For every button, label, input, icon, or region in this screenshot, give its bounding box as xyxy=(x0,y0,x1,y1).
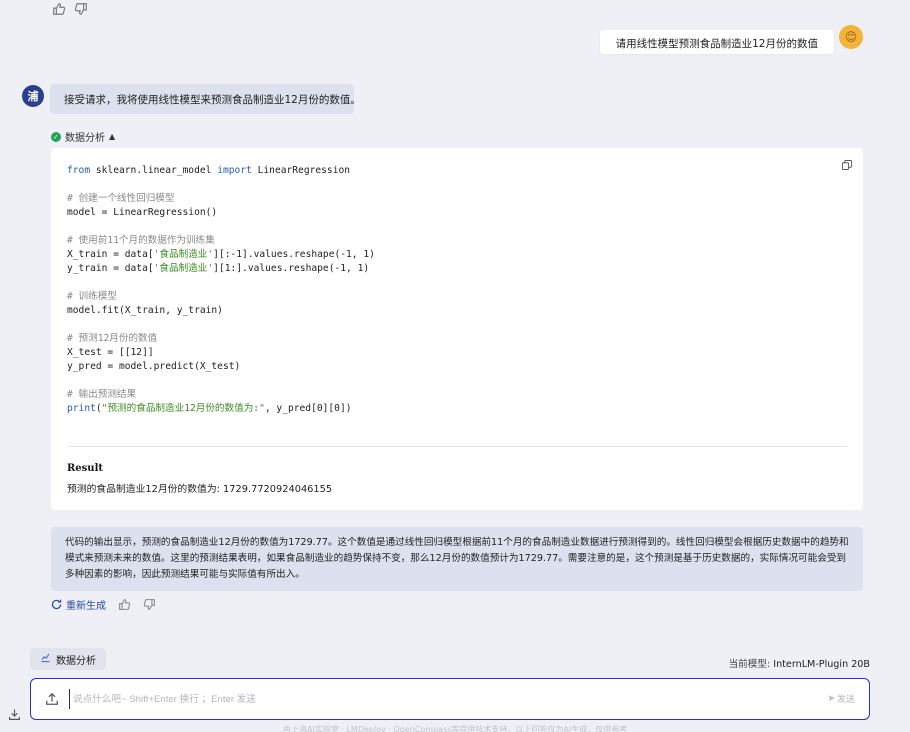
send-button[interactable]: ➤ 发送 xyxy=(827,692,855,706)
assistant-intro-bubble: 接受请求，我将使用线性模型来预测食品制造业12月份的数值。 xyxy=(50,84,361,114)
chat-input[interactable] xyxy=(69,689,769,709)
user-message-bubble: 请用线性模型预测食品制造业12月份的数值 xyxy=(599,30,834,54)
code-line: # 输出预测结果 xyxy=(67,389,137,400)
model-name: InternLM-Plugin 20B xyxy=(773,659,870,670)
assistant-avatar: 浦 xyxy=(22,85,44,107)
refresh-icon xyxy=(51,599,62,610)
code-line: from sklearn.linear_model import LinearR… xyxy=(67,165,351,176)
chat-input-box: ➤ 发送 xyxy=(30,678,870,720)
assistant-explanation-text: 代码的输出显示，预测的食品制造业12月份的数值为1729.77。这个数值是通过线… xyxy=(65,537,849,580)
code-divider xyxy=(67,446,847,447)
model-prefix: 当前模型: xyxy=(728,659,771,670)
thumbs-down-icon[interactable] xyxy=(74,2,88,16)
code-line: y_train = data['食品制造业'][1:].values.resha… xyxy=(67,263,370,274)
assistant-intro-text: 接受请求，我将使用线性模型来预测食品制造业12月份的数值。 xyxy=(64,94,361,106)
tool-call-header[interactable]: ✓ 数据分析 ▲ xyxy=(51,129,115,144)
result-text: 预测的食品制造业12月份的数值为: 1729.7720924046155 xyxy=(67,484,333,495)
current-model-label: 当前模型: InternLM-Plugin 20B xyxy=(729,656,870,670)
code-line: # 使用前11个月的数据作为训练集 xyxy=(67,235,215,246)
upload-icon[interactable] xyxy=(45,691,61,707)
assistant-avatar-text: 浦 xyxy=(27,90,39,103)
code-line: X_test = [[12]] xyxy=(67,347,154,358)
plugin-chip-data-analysis[interactable]: 数据分析 xyxy=(30,648,106,670)
send-label: 发送 xyxy=(836,695,855,705)
thumbs-up-icon[interactable] xyxy=(118,598,131,611)
download-icon[interactable] xyxy=(8,706,22,720)
plugin-chip-label: 数据分析 xyxy=(56,655,96,667)
code-block: from sklearn.linear_model import LinearR… xyxy=(67,164,847,416)
code-line: # 训练模型 xyxy=(67,291,117,302)
code-card: from sklearn.linear_model import LinearR… xyxy=(51,148,863,510)
code-line: model.fit(X_train, y_train) xyxy=(67,305,223,316)
tool-call-label: 数据分析 xyxy=(65,133,105,144)
regenerate-button[interactable]: 重新生成 xyxy=(50,597,106,612)
top-feedback-row xyxy=(52,2,88,16)
send-icon: ➤ xyxy=(827,693,835,704)
smiley-icon: 😊 xyxy=(844,30,858,44)
message-actions: 重新生成 xyxy=(50,597,156,612)
check-circle-icon: ✓ xyxy=(51,131,61,142)
code-line: model = LinearRegression() xyxy=(67,207,218,218)
chart-icon xyxy=(40,652,51,666)
result-title: Result xyxy=(67,463,103,474)
regenerate-label: 重新生成 xyxy=(66,601,106,612)
code-line: print("预测的食品制造业12月份的数值为:", y_pred[0][0]) xyxy=(67,403,352,414)
thumbs-up-icon[interactable] xyxy=(52,2,66,16)
user-message-text: 请用线性模型预测食品制造业12月份的数值 xyxy=(615,38,818,50)
assistant-explanation-bubble: 代码的输出显示，预测的食品制造业12月份的数值为1729.77。这个数值是通过线… xyxy=(51,527,863,591)
code-line: X_train = data['食品制造业'][:-1].values.resh… xyxy=(67,249,375,260)
user-avatar: 😊 xyxy=(839,25,863,49)
footer-disclaimer: 由上海AI实验室 · LMDeploy · OpenCompass等提供技术支持… xyxy=(283,725,628,732)
code-line: # 创建一个线性回归模型 xyxy=(67,193,175,204)
code-line: y_pred = model.predict(X_test) xyxy=(67,361,241,372)
thumbs-down-icon[interactable] xyxy=(143,598,156,611)
code-line: # 预测12月份的数值 xyxy=(67,333,158,344)
caret-up-icon[interactable]: ▲ xyxy=(109,132,115,141)
